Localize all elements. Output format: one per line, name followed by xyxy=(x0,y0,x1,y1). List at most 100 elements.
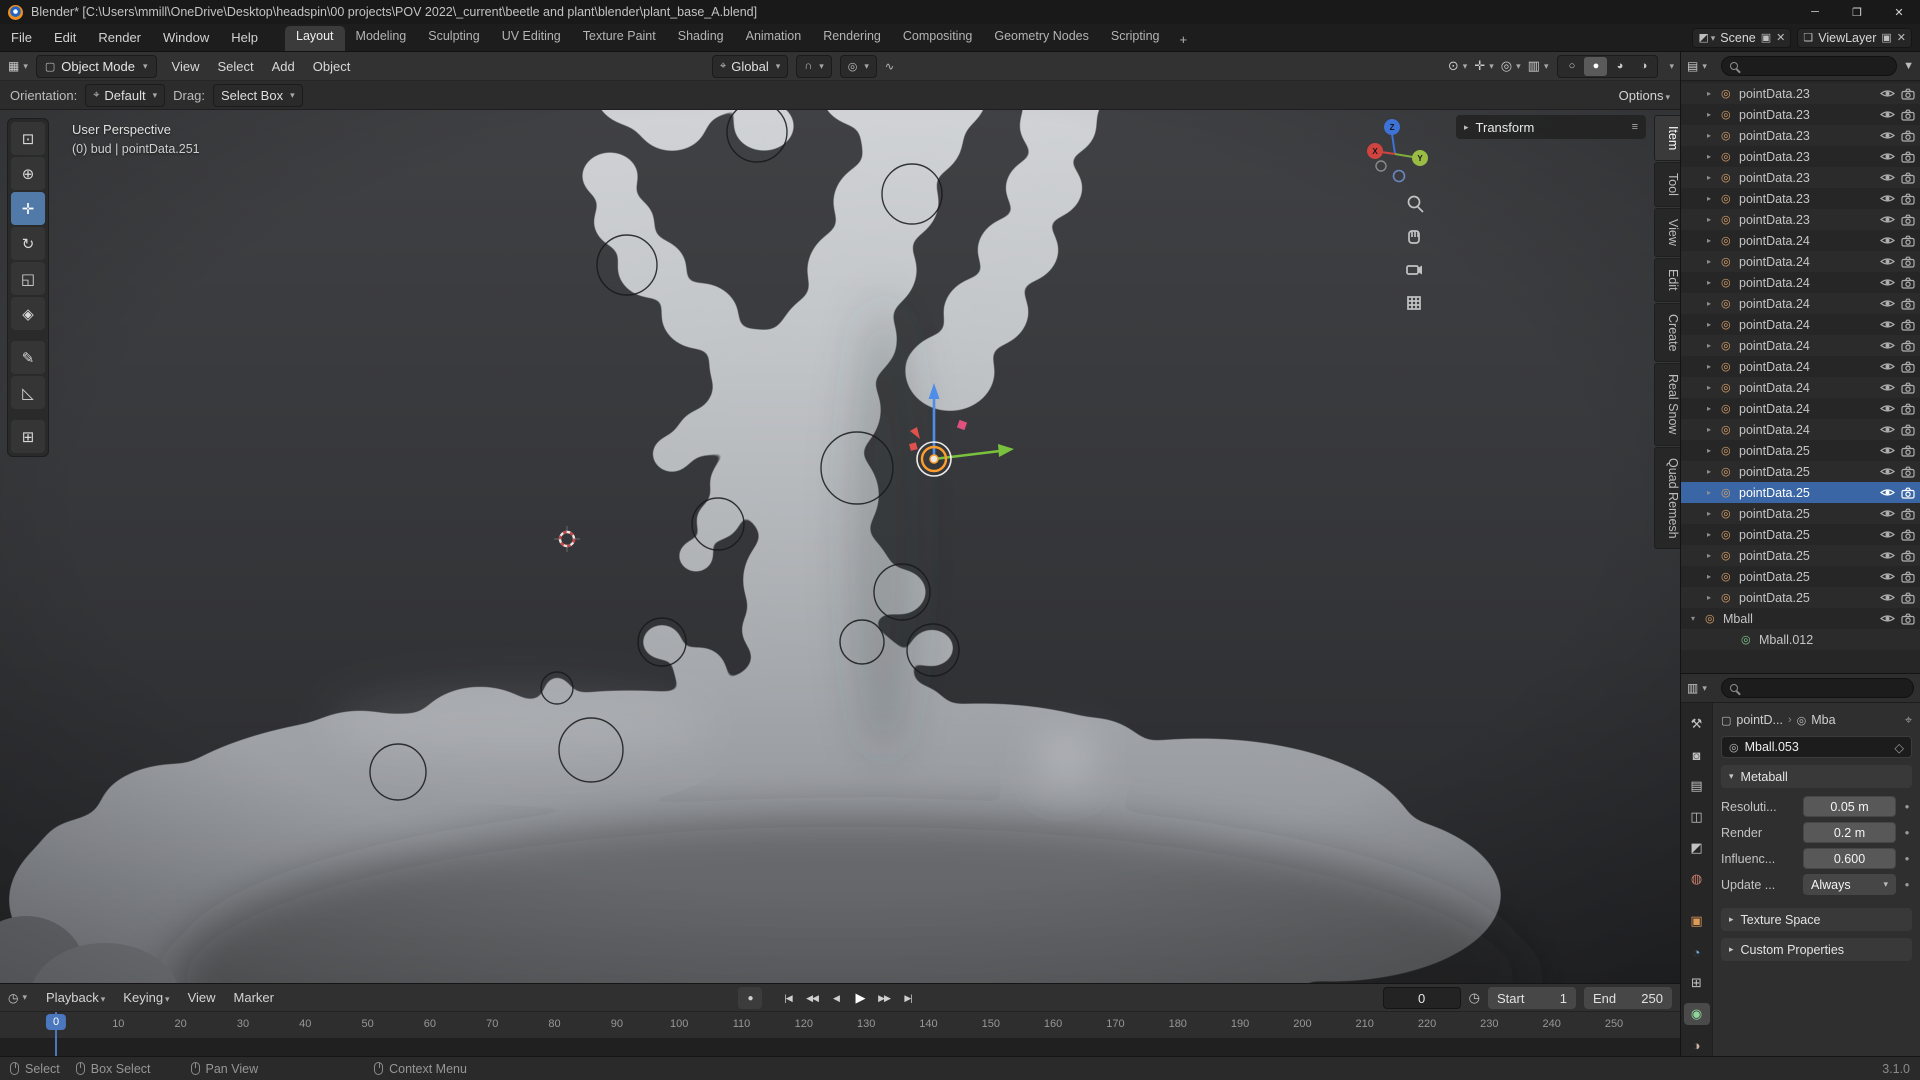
viewport-3d[interactable]: Z X Y User Perspective (0) bud | pointDa… xyxy=(0,110,1680,983)
object-name[interactable]: pointData.23 xyxy=(1739,171,1810,185)
expand-arrow-icon[interactable] xyxy=(1707,593,1721,602)
playhead-handle[interactable]: 0 xyxy=(46,1014,66,1030)
object-name[interactable]: pointData.24 xyxy=(1739,255,1810,269)
workspace-tab[interactable]: Compositing xyxy=(892,26,983,51)
add-workspace-button[interactable]: + xyxy=(1171,29,1197,47)
property-value-field[interactable]: Always xyxy=(1803,874,1896,895)
world-tab[interactable]: ◍ xyxy=(1684,868,1710,890)
scene-name[interactable]: Scene xyxy=(1720,31,1755,45)
timeline-track-area[interactable] xyxy=(0,1038,1680,1057)
visibility-eye-icon[interactable] xyxy=(1880,151,1895,162)
render-camera-icon[interactable] xyxy=(1901,529,1915,541)
jump-to-start-button[interactable]: |◀ xyxy=(776,987,800,1009)
new-viewlayer-icon[interactable]: ▣ xyxy=(1881,31,1891,44)
transform-panel-header[interactable]: ▸ Transform ≡ xyxy=(1456,115,1646,139)
sidebar-tab[interactable]: Tool xyxy=(1654,162,1680,207)
metaball-panel-header[interactable]: ▾ Metaball xyxy=(1721,765,1912,788)
jump-to-end-button[interactable]: ▶| xyxy=(896,987,920,1009)
expand-arrow-icon[interactable] xyxy=(1707,194,1721,203)
visibility-eye-icon[interactable] xyxy=(1880,277,1895,288)
tool-add-cube[interactable]: ⊞ xyxy=(11,420,45,453)
outliner-row[interactable]: pointData.23 xyxy=(1681,125,1920,146)
expand-arrow-icon[interactable] xyxy=(1707,257,1721,266)
object-name[interactable]: pointData.24 xyxy=(1739,297,1810,311)
breadcrumb-object[interactable]: pointD... xyxy=(1736,713,1783,727)
object-name[interactable]: pointData.25 xyxy=(1739,570,1810,584)
expand-arrow-icon[interactable] xyxy=(1707,530,1721,539)
sidebar-tab[interactable]: Real Snow xyxy=(1654,363,1680,445)
expand-arrow-icon[interactable] xyxy=(1707,131,1721,140)
output-tab[interactable]: ▤ xyxy=(1684,775,1710,797)
visibility-eye-icon[interactable] xyxy=(1880,403,1895,414)
object-name[interactable]: pointData.23 xyxy=(1739,129,1810,143)
expand-arrow-icon[interactable] xyxy=(1707,446,1721,455)
workspace-tab[interactable]: Layout xyxy=(285,26,345,51)
sidebar-tab[interactable]: Edit xyxy=(1654,258,1680,302)
viewport-menu-item[interactable]: Object xyxy=(304,59,360,74)
datablock-name-field[interactable]: ◎ Mball.053 ◇ xyxy=(1721,736,1912,758)
render-camera-icon[interactable] xyxy=(1901,319,1915,331)
object-name[interactable]: pointData.23 xyxy=(1739,213,1810,227)
scene-selector[interactable]: ◩ Scene ▣ ✕ xyxy=(1692,28,1791,48)
drag-mode-dropdown[interactable]: Select Box xyxy=(213,84,303,107)
orientation-dropdown[interactable]: ⌖ Global xyxy=(712,55,788,78)
visibility-eye-icon[interactable] xyxy=(1880,298,1895,309)
object-name[interactable]: pointData.25 xyxy=(1739,528,1810,542)
unlink-viewlayer-icon[interactable]: ✕ xyxy=(1897,31,1906,44)
shading-wireframe-button[interactable]: ○ xyxy=(1560,57,1583,76)
expand-arrow-icon[interactable] xyxy=(1707,467,1721,476)
render-camera-icon[interactable] xyxy=(1901,88,1915,100)
outliner-row[interactable]: pointData.24 xyxy=(1681,377,1920,398)
expand-arrow-icon[interactable] xyxy=(1707,509,1721,518)
visibility-eye-icon[interactable] xyxy=(1880,109,1895,120)
workspace-tab[interactable]: Texture Paint xyxy=(572,26,667,51)
play-button[interactable]: ▶ xyxy=(848,987,872,1009)
expand-arrow-icon[interactable] xyxy=(1707,551,1721,560)
outliner-row[interactable]: pointData.24 xyxy=(1681,356,1920,377)
visibility-eye-icon[interactable] xyxy=(1880,445,1895,456)
outliner-row[interactable]: pointData.23 xyxy=(1681,83,1920,104)
visibility-eye-icon[interactable] xyxy=(1880,508,1895,519)
outliner-row[interactable]: pointData.25 xyxy=(1681,482,1920,503)
snap-toggle[interactable]: ∩ xyxy=(796,55,831,78)
visibility-eye-icon[interactable] xyxy=(1880,424,1895,435)
render-tab[interactable]: ◙ xyxy=(1684,744,1710,766)
visibility-eye-icon[interactable] xyxy=(1880,256,1895,267)
visibility-eye-icon[interactable] xyxy=(1880,361,1895,372)
render-camera-icon[interactable] xyxy=(1901,382,1915,394)
tool-cursor[interactable]: ⊕ xyxy=(11,157,45,190)
record-button[interactable]: ● xyxy=(738,987,762,1009)
outliner-row[interactable]: pointData.25 xyxy=(1681,440,1920,461)
object-name[interactable]: pointData.24 xyxy=(1739,318,1810,332)
app-menu-item[interactable]: Help xyxy=(220,30,269,45)
show-overlays-dropdown[interactable]: ◎ xyxy=(1501,58,1521,74)
minimize-button[interactable]: ─ xyxy=(1794,0,1836,24)
panel-menu-icon[interactable]: ≡ xyxy=(1632,121,1638,133)
outliner-row[interactable]: pointData.23 xyxy=(1681,104,1920,125)
expand-arrow-icon[interactable] xyxy=(1707,488,1721,497)
outliner-row[interactable]: pointData.24 xyxy=(1681,419,1920,440)
outliner-row[interactable]: pointData.25 xyxy=(1681,566,1920,587)
visibility-eye-icon[interactable] xyxy=(1880,592,1895,603)
expand-arrow-icon[interactable] xyxy=(1707,236,1721,245)
render-camera-icon[interactable] xyxy=(1901,298,1915,310)
sidebar-tab[interactable]: Create xyxy=(1654,303,1680,363)
object-name[interactable]: pointData.25 xyxy=(1739,486,1810,500)
prev-keyframe-button[interactable]: ◀◀ xyxy=(800,987,824,1009)
visibility-eye-icon[interactable] xyxy=(1880,235,1895,246)
render-camera-icon[interactable] xyxy=(1901,403,1915,415)
play-reverse-button[interactable]: ◀ xyxy=(824,987,848,1009)
maximize-button[interactable]: ❐ xyxy=(1836,0,1878,24)
outliner-row[interactable]: pointData.23 xyxy=(1681,167,1920,188)
visibility-eye-icon[interactable] xyxy=(1880,466,1895,477)
visibility-eye-icon[interactable] xyxy=(1880,130,1895,141)
app-menu-item[interactable]: Render xyxy=(87,30,152,45)
expand-arrow-icon[interactable] xyxy=(1707,425,1721,434)
current-frame-field[interactable]: 0 xyxy=(1383,987,1461,1009)
object-name[interactable]: pointData.25 xyxy=(1739,507,1810,521)
viewport-3d-render[interactable]: Z X Y xyxy=(0,110,1680,983)
visibility-eye-icon[interactable] xyxy=(1880,340,1895,351)
app-menu-item[interactable]: Edit xyxy=(43,30,87,45)
outliner-row[interactable]: pointData.24 xyxy=(1681,272,1920,293)
render-camera-icon[interactable] xyxy=(1901,193,1915,205)
